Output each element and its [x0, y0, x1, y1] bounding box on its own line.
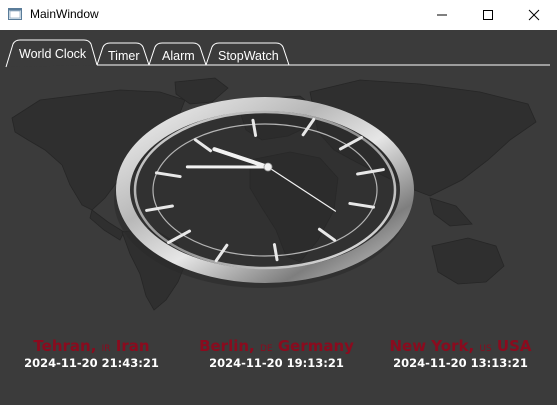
maximize-button[interactable]	[465, 0, 511, 30]
minimize-icon	[437, 14, 447, 16]
country-code-berlin: DE	[259, 344, 273, 354]
tab-alarm[interactable]: Alarm	[162, 49, 195, 63]
city-block-tehran: Tehran, IR Iran 2024-11-20 21:43:21	[4, 337, 179, 370]
tab-world-clock[interactable]: World Clock	[19, 47, 86, 61]
city-name-berlin: Berlin, DE Germany	[199, 337, 354, 355]
map-southeast-asia	[429, 197, 473, 227]
city-name-new-york: New York, US USA	[389, 337, 532, 355]
window-title: MainWindow	[30, 7, 99, 21]
close-icon	[528, 9, 540, 21]
tab-bar: World Clock Timer Alarm StopWatch	[0, 30, 557, 68]
analog-clock	[114, 97, 414, 288]
close-button[interactable]	[511, 0, 557, 30]
city-name-tehran: Tehran, IR Iran	[33, 337, 150, 355]
country-code-new-york: US	[479, 344, 492, 354]
tab-timer[interactable]: Timer	[108, 49, 139, 63]
city-time-berlin: 2024-11-20 19:13:21	[209, 356, 344, 370]
city-time-new-york: 2024-11-20 13:13:21	[393, 356, 528, 370]
app-icon	[8, 8, 22, 20]
city-block-new-york: New York, US USA 2024-11-20 13:13:21	[373, 337, 548, 370]
city-block-berlin: Berlin, DE Germany 2024-11-20 19:13:21	[189, 337, 364, 370]
country-code-tehran: IR	[101, 344, 111, 354]
title-bar: MainWindow	[0, 0, 557, 30]
city-time-tehran: 2024-11-20 21:43:21	[24, 356, 159, 370]
map-australia	[431, 237, 505, 285]
maximize-icon	[483, 10, 493, 20]
tab-stopwatch[interactable]: StopWatch	[218, 49, 279, 63]
minimize-button[interactable]	[419, 0, 465, 30]
clock-center-cap	[263, 162, 273, 172]
